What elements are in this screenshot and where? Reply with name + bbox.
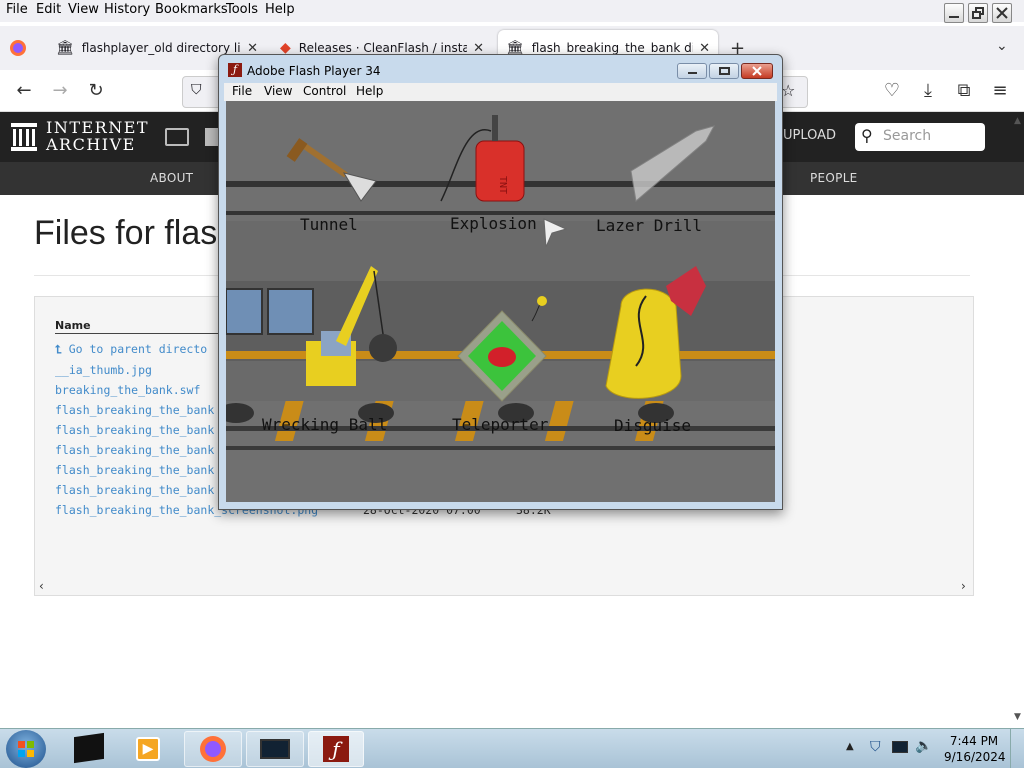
lazer-drill-icon [630,125,715,202]
browser-menubar: File Edit View History Bookmarks Tools H… [0,0,1024,22]
flash-maximize-button[interactable] [709,63,739,79]
taskbar-firefox-button[interactable] [184,731,242,767]
menu-bookmarks[interactable]: Bookmarks [155,2,228,17]
start-button[interactable] [6,730,46,768]
show-hidden-icons-icon[interactable]: ▲ [846,741,854,752]
tool-tunnel-label[interactable]: Tunnel [300,215,358,234]
downloads-icon[interactable]: ⤓ [916,79,940,103]
file-link[interactable]: __ia_thumb.jpg [55,363,152,377]
archive-favicon-icon: 🏛 [56,40,74,56]
list-tabs-icon[interactable]: ⌄ [996,38,1008,54]
minimize-button[interactable] [944,3,964,23]
taskbar-flash-button[interactable]: ƒ [308,731,364,767]
menu-tools[interactable]: Tools [226,2,258,17]
ia-logo-icon[interactable] [10,122,38,155]
menu-help[interactable]: Help [265,2,295,17]
file-link[interactable]: flash_breaking_the_bank [55,403,214,417]
reload-icon[interactable]: ↻ [84,79,108,103]
file-link[interactable]: flash_breaking_the_bank [55,423,214,437]
scroll-left-icon[interactable]: ‹ [39,579,44,593]
flash-menu-help[interactable]: Help [356,84,383,98]
tool-wrecking-ball-label[interactable]: Wrecking Ball [262,415,387,434]
game-scene: TNT [226,115,775,450]
tool-explosion-label[interactable]: Explosion [450,214,537,233]
page-scrollbar[interactable]: ▲ ▼ [1012,112,1024,728]
flash-menu-control[interactable]: Control [303,84,346,98]
ia-wordmark[interactable]: INTERNET ARCHIVE [46,119,149,153]
shield-icon[interactable]: ⛉ [191,82,202,98]
menu-view[interactable]: View [68,2,99,17]
tool-disguise-label[interactable]: Disguise [614,416,691,435]
texts-icon[interactable] [205,128,219,146]
extensions-icon[interactable]: ⧉ [952,79,976,103]
flash-menubar: File View Control Help [224,83,777,101]
pocket-icon[interactable]: ♡ [880,79,904,103]
back-icon[interactable]: ← [12,79,36,103]
windows-taskbar: ▶ ƒ ▲ ⛉ 🔈 7:44 PM 9/16/2024 [0,728,1024,768]
file-link[interactable]: breaking_the_bank.swf [55,383,200,397]
taskbar-clock[interactable]: 7:44 PM 9/16/2024 [944,733,1006,765]
page-title: Files for flas [34,214,218,252]
volume-icon[interactable]: 🔈 [915,738,932,754]
nav-people[interactable]: PEOPLE [810,171,858,185]
upload-link[interactable]: UPLOAD [783,128,836,143]
forward-icon[interactable]: → [48,79,72,103]
close-window-button[interactable] [992,3,1012,23]
explosion-tnt-icon: TNT [440,115,525,202]
explorer-icon[interactable] [74,732,104,764]
tool-lazer-drill-label[interactable]: Lazer Drill [596,216,702,235]
security-shield-icon[interactable]: ⛉ [870,739,881,755]
bookmark-star-icon[interactable]: ☆ [781,81,795,100]
ia-search-input[interactable]: ⚲ Search [855,123,985,151]
taskbar-terminal-button[interactable] [246,731,304,767]
flash-minimize-button[interactable] [677,63,707,79]
menu-history[interactable]: History [104,2,150,17]
app-menu-icon[interactable]: ≡ [988,79,1012,103]
file-link[interactable]: flash_breaking_the_bank [55,483,214,497]
flash-menu-view[interactable]: View [264,84,292,98]
scroll-up-icon[interactable]: ▲ [1014,116,1021,126]
column-header-name[interactable]: Name [55,319,91,332]
file-link[interactable]: flash_breaking_the_bank [55,463,214,477]
browser-window-controls [944,0,1024,26]
restore-button[interactable] [968,3,988,23]
show-desktop-button[interactable] [1010,729,1024,768]
parent-directory-link[interactable]: ⮤ Go to parent directo [55,342,207,357]
flash-close-button[interactable] [741,63,773,79]
tunnel-tool-icon [286,138,377,202]
network-icon[interactable] [892,741,908,753]
menu-file[interactable]: File [6,2,28,17]
flash-game-stage[interactable]: TNT Tunnel Explosion Lazer Drill Wreckin… [226,101,775,502]
tool-teleporter-label[interactable]: Teleporter [452,415,548,434]
flash-window-title: Adobe Flash Player 34 [247,64,381,78]
search-icon: ⚲ [861,126,873,145]
flash-logo-icon: ƒ [228,63,242,77]
nav-about[interactable]: ABOUT [150,171,193,185]
media-player-icon[interactable]: ▶ [136,737,160,761]
header-rule [55,333,220,334]
up-arrow-icon: ⮤ [55,342,62,356]
flash-menu-file[interactable]: File [232,84,252,98]
firefox-view-icon[interactable] [8,38,28,58]
file-link[interactable]: flash_breaking_the_bank [55,443,214,457]
scroll-right-icon[interactable]: › [961,579,966,593]
svg-text:TNT: TNT [497,176,508,194]
web-icon[interactable] [165,128,189,146]
scroll-down-icon[interactable]: ▼ [1014,712,1021,722]
menu-edit[interactable]: Edit [36,2,61,17]
